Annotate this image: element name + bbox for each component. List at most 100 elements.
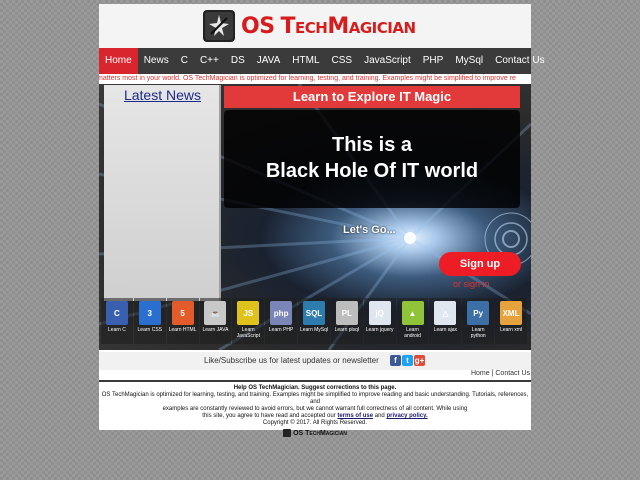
javascript-icon: JS: [237, 301, 260, 325]
latest-news-title[interactable]: Latest News: [104, 87, 221, 103]
site-logo-text[interactable]: OS TechMagician: [241, 14, 416, 39]
footer-home-link[interactable]: Home: [471, 370, 490, 377]
footer-contact-link[interactable]: Contact Us: [495, 370, 530, 377]
latest-news-sidebar: Latest News: [104, 85, 221, 301]
course-tile[interactable]: php Learn PHP: [265, 298, 298, 344]
course-label: Learn xml: [500, 327, 522, 333]
subscribe-bar: Like/Subscribe us for latest updates or …: [99, 352, 531, 370]
plsql-icon: PL: [335, 301, 358, 325]
magic-wand-logo-icon[interactable]: [203, 10, 235, 42]
course-label: Learn jquery: [366, 327, 394, 333]
course-label-line-1: Learn JAVA: [202, 327, 229, 333]
course-label-line-1: Learn CSS: [137, 327, 162, 333]
course-label-line-2: android: [404, 333, 421, 339]
course-label: Learn MySql: [300, 327, 328, 333]
nav-item-php[interactable]: PHP: [417, 48, 450, 74]
facebook-icon[interactable]: f: [390, 355, 401, 366]
page-container: OS TechMagician Home News C C++ DS JAVA HTML CSS…: [99, 4, 545, 437]
copyright-text: Copyright © 2017. All Rights Reserved.: [262, 420, 368, 426]
course-label: Learn python: [471, 327, 486, 339]
footer-agree-text: this site, you agree to have read and ac…: [202, 413, 336, 419]
course-tile[interactable]: 3 Learn CSS: [133, 298, 166, 344]
main-navigation: Home News C C++ DS JAVA HTML CSS JavaScript PHP My…: [99, 48, 545, 74]
course-label: Learn ajax: [434, 327, 457, 333]
nav-item-javascript[interactable]: JavaScript: [358, 48, 417, 74]
course-tile[interactable]: SQL Learn MySql: [298, 298, 330, 344]
sign-in-link[interactable]: or sign in: [453, 279, 490, 289]
sign-up-button[interactable]: Sign up: [439, 252, 521, 276]
course-label-line-1: Learn jquery: [365, 327, 394, 333]
course-label-line-2: JavaScript: [236, 333, 260, 339]
sql-icon: SQL: [302, 301, 325, 325]
nav-item-home[interactable]: Home: [99, 48, 138, 74]
course-label-line-2: python: [470, 333, 486, 339]
privacy-policy-link[interactable]: privacy policy.: [386, 413, 427, 419]
footer-heading: Help OS TechMagician. Suggest correction…: [233, 385, 397, 391]
subscribe-text: Like/Subscribe us for latest updates or …: [204, 356, 379, 365]
python-icon: Py: [467, 301, 490, 325]
nav-item-mysql[interactable]: MySql: [449, 48, 489, 74]
xml-icon: XML: [500, 301, 523, 325]
explore-banner: Learn to Explore IT Magic: [224, 86, 520, 108]
terms-of-use-link[interactable]: terms of use: [337, 413, 373, 419]
site-footer: Help OS TechMagician. Suggest correction…: [99, 382, 531, 437]
nav-item-java[interactable]: JAVA: [251, 48, 287, 74]
course-label: Learn PHP: [269, 327, 293, 333]
jquery-icon: jQ: [368, 301, 391, 325]
footer-logo-text: OS TechMagician: [293, 429, 347, 437]
nav-item-news[interactable]: News: [138, 48, 175, 74]
course-tile[interactable]: PL Learn plsql: [330, 298, 363, 344]
course-tile[interactable]: 5 Learn HTML: [166, 298, 199, 344]
course-tile[interactable]: ▲ Learn android: [396, 298, 429, 344]
footer-line-1: OS TechMagician is optimized for learnin…: [101, 392, 529, 405]
course-label: Learn CSS: [138, 327, 162, 333]
course-label-line-1: Learn HTML: [168, 327, 197, 333]
site-header: OS TechMagician: [99, 4, 531, 48]
logo-name: TechMagician: [280, 14, 416, 39]
course-label-line-1: Learn MySql: [299, 327, 329, 333]
footer-line-3: this site, you agree to have read and ac…: [99, 413, 531, 420]
course-label-line-1: Learn plsql: [334, 327, 360, 333]
course-tile[interactable]: Py Learn python: [462, 298, 495, 344]
twitter-icon[interactable]: t: [402, 355, 413, 366]
footer-links: Home | Contact Us: [99, 370, 531, 380]
marquee-text: matters most in your world. OS TechMagic…: [99, 75, 516, 82]
course-tile[interactable]: JS Learn JavaScript: [232, 298, 265, 344]
scrolling-marquee: matters most in your world. OS TechMagic…: [99, 74, 531, 84]
nav-item-ds[interactable]: DS: [225, 48, 251, 74]
course-icon-strip: C Learn C 3 Learn CSS 5 Learn HTML ☕ Learn JAVA…: [101, 298, 527, 346]
footer-line-2: examples are constantly reviewed to avoi…: [162, 406, 468, 412]
hero-section: Latest News Learn to Explore IT Magic Th…: [99, 84, 531, 350]
course-tile[interactable]: ☕ Learn JAVA: [199, 298, 232, 344]
course-tile[interactable]: jQ Learn jquery: [363, 298, 396, 344]
course-label: Learn plsql: [335, 327, 359, 333]
headline-line-2: Black Hole Of IT world: [265, 160, 479, 182]
logo-prefix: OS: [241, 14, 275, 39]
ajax-icon: △: [434, 301, 457, 325]
html5-icon: 5: [171, 301, 194, 325]
course-label-line-1: Learn xml: [500, 327, 523, 333]
lets-go-link[interactable]: Let's Go...: [343, 224, 396, 236]
footer-and-text: and: [374, 413, 385, 419]
course-tile[interactable]: C Learn C: [101, 298, 133, 344]
course-label: Learn JavaScript: [237, 327, 260, 339]
java-icon: ☕: [204, 301, 227, 325]
headline-line-1: This is a: [331, 134, 413, 156]
course-label-line-1: Learn ajax: [433, 327, 458, 333]
google-plus-icon[interactable]: g+: [414, 355, 425, 366]
course-tile[interactable]: △ Learn ajax: [429, 298, 462, 344]
nav-item-c[interactable]: C++: [194, 48, 225, 74]
css-icon: 3: [138, 301, 161, 325]
footer-logo-icon: [283, 429, 292, 437]
headline-box: This is a Black Hole Of IT world: [224, 110, 520, 208]
course-label-line-1: Learn C: [108, 327, 126, 333]
course-label: Learn C: [108, 327, 126, 333]
nav-item-c[interactable]: C: [175, 48, 194, 74]
course-label: Learn JAVA: [202, 327, 228, 333]
course-tile[interactable]: XML Learn xml: [495, 298, 527, 344]
nav-item-html[interactable]: HTML: [286, 48, 325, 74]
course-label: Learn HTML: [169, 327, 197, 333]
nav-item-css[interactable]: CSS: [326, 48, 359, 74]
nav-item-contact-us[interactable]: Contact Us: [489, 48, 550, 74]
c-language-icon: C: [105, 301, 128, 325]
